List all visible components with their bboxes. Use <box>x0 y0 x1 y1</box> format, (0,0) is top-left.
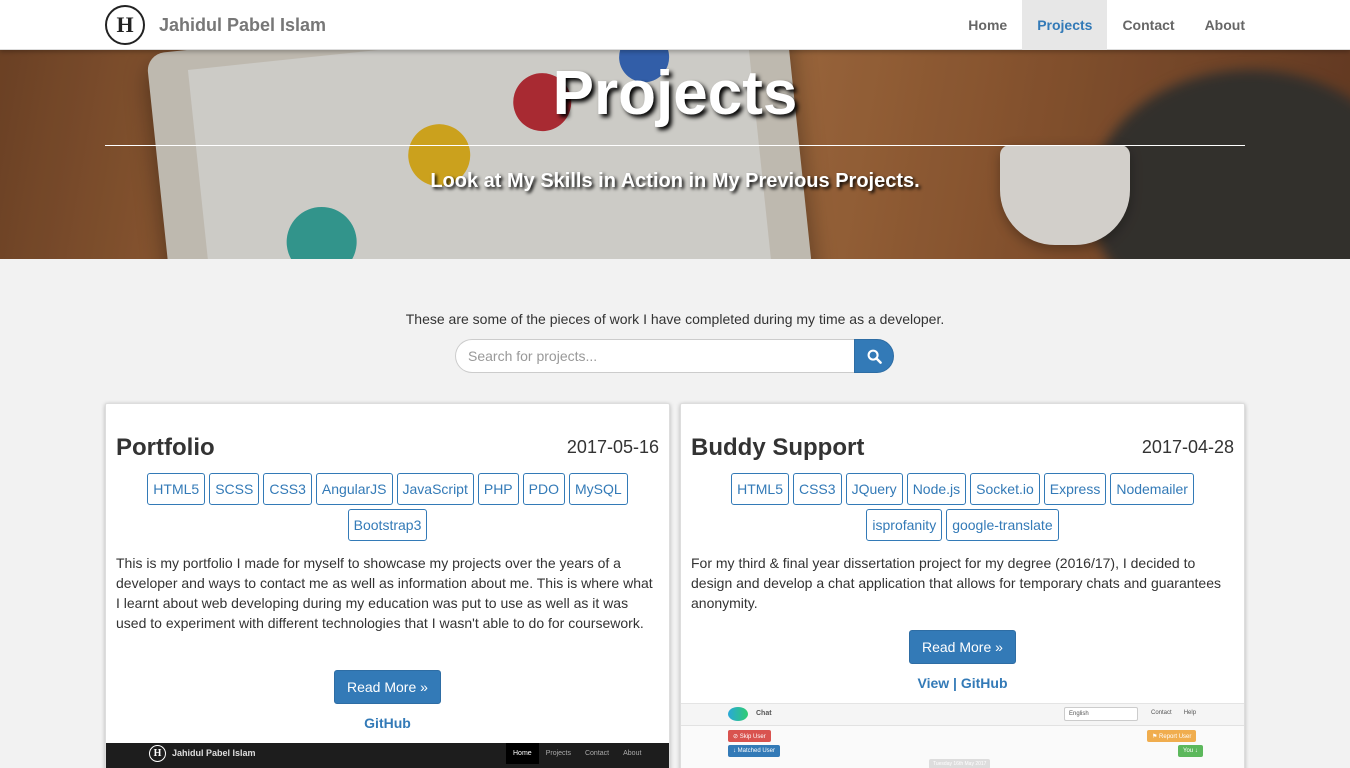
project-title: Portfolio <box>116 434 215 461</box>
skill-tag[interactable]: AngularJS <box>315 473 393 505</box>
skill-tag[interactable]: Express <box>1043 473 1107 505</box>
preview-nav: Contact Help <box>1151 710 1196 716</box>
search-bar <box>455 339 894 373</box>
intro-text: These are some of the pieces of work I h… <box>405 311 945 327</box>
page-title: Projects <box>552 59 798 128</box>
preview-report-user-button: ⚑ Report User <box>1147 730 1197 742</box>
view-link[interactable]: View <box>917 675 949 691</box>
preview-nav-item: Contact <box>1151 710 1172 716</box>
skill-tag[interactable]: HTML5 <box>731 473 789 505</box>
project-screenshot: H Jahidul Pabel Islam Home Projects Cont… <box>106 743 669 768</box>
hero-banner: Projects Look at My Skills in Action in … <box>0 50 1350 259</box>
brand-name: Jahidul Pabel Islam <box>159 14 327 35</box>
skill-tag[interactable]: HTML5 <box>147 473 206 505</box>
preview-nav-item: About <box>623 750 642 757</box>
project-description: This is my portfolio I made for myself t… <box>116 555 653 631</box>
skill-tag[interactable]: CSS3 <box>792 473 842 505</box>
skill-tag[interactable]: CSS3 <box>263 473 312 505</box>
preview-you-badge: You ↓ <box>1178 745 1203 757</box>
preview-skip-user-button: ⊘ Skip User <box>728 730 771 742</box>
preview-date-badge: Tuesday 16th May 2017 <box>929 759 991 768</box>
nav-item-home[interactable]: Home <box>953 0 1022 50</box>
project-date: 2017-04-28 <box>1141 437 1234 457</box>
project-card-buddy-support: Buddy Support 2017-04-28 HTML5 CSS3 JQue… <box>680 403 1245 768</box>
skill-tag[interactable]: PHP <box>477 473 519 505</box>
preview-brand: Jahidul Pabel Islam <box>172 748 256 758</box>
preview-nav-item: Help <box>1183 710 1197 716</box>
project-screenshot: Chat English Contact Help ⊘ Skip User ↓ … <box>681 703 1244 768</box>
search-icon <box>867 349 882 364</box>
preview-chat-logo-icon <box>728 707 748 721</box>
skill-tags: HTML5 SCSS CSS3 AngularJS JavaScript PHP… <box>136 473 639 541</box>
preview-navbar: Chat English Contact Help <box>681 704 1244 726</box>
project-links: GitHub <box>106 715 669 731</box>
search-input[interactable] <box>455 339 854 373</box>
skill-tag[interactable]: isprofanity <box>866 509 943 541</box>
skill-tags: HTML5 CSS3 JQuery Node.js Socket.io Expr… <box>711 473 1214 541</box>
main-nav: Home Projects Contact About <box>953 0 1260 50</box>
skill-tag[interactable]: MySQL <box>569 473 628 505</box>
logo-icon: H <box>105 5 145 45</box>
skill-tag[interactable]: JQuery <box>845 473 903 505</box>
read-more-button[interactable]: Read More » <box>334 670 441 704</box>
navbar: H Jahidul Pabel Islam Home Projects Cont… <box>0 0 1350 50</box>
nav-item-contact[interactable]: Contact <box>1107 0 1189 50</box>
preview-nav-item: Contact <box>584 750 610 757</box>
skill-tag[interactable]: Node.js <box>906 473 967 505</box>
skill-tag[interactable]: JavaScript <box>396 473 474 505</box>
nav-item-about[interactable]: About <box>1190 0 1260 50</box>
preview-matched-user-button: ↓ Matched User <box>728 745 781 757</box>
project-links: View | GitHub <box>681 675 1244 691</box>
preview-logo-icon: H <box>149 745 166 762</box>
read-more-button[interactable]: Read More » <box>909 630 1016 664</box>
preview-nav-item: Home <box>506 743 539 764</box>
skill-tag[interactable]: PDO <box>522 473 565 505</box>
project-date: 2017-05-16 <box>566 437 659 457</box>
preview-brand: Chat <box>756 710 772 717</box>
skill-tag[interactable]: Bootstrap3 <box>347 509 428 541</box>
project-description: For my third & final year dissertation p… <box>691 555 1222 611</box>
search-button[interactable] <box>854 339 894 373</box>
nav-item-projects[interactable]: Projects <box>1022 0 1108 50</box>
project-card-portfolio: Portfolio 2017-05-16 HTML5 SCSS CSS3 Ang… <box>105 403 670 768</box>
page-subtitle: Look at My Skills in Action in My Previo… <box>430 170 920 192</box>
skill-tag[interactable]: Nodemailer <box>1110 473 1194 505</box>
skill-tag[interactable]: google-translate <box>946 509 1059 541</box>
github-link[interactable]: GitHub <box>364 715 411 731</box>
preview-language-select: English <box>1064 707 1138 721</box>
github-link[interactable]: GitHub <box>961 675 1008 691</box>
project-title: Buddy Support <box>691 434 865 461</box>
brand-link[interactable]: H Jahidul Pabel Islam <box>105 5 326 45</box>
preview-nav-item: Projects <box>545 750 571 757</box>
skill-tag[interactable]: SCSS <box>209 473 260 505</box>
hero-divider <box>105 145 1245 146</box>
link-separator: | <box>953 675 961 691</box>
preview-nav: Home Projects Contact About <box>506 743 648 764</box>
skill-tag[interactable]: Socket.io <box>970 473 1040 505</box>
